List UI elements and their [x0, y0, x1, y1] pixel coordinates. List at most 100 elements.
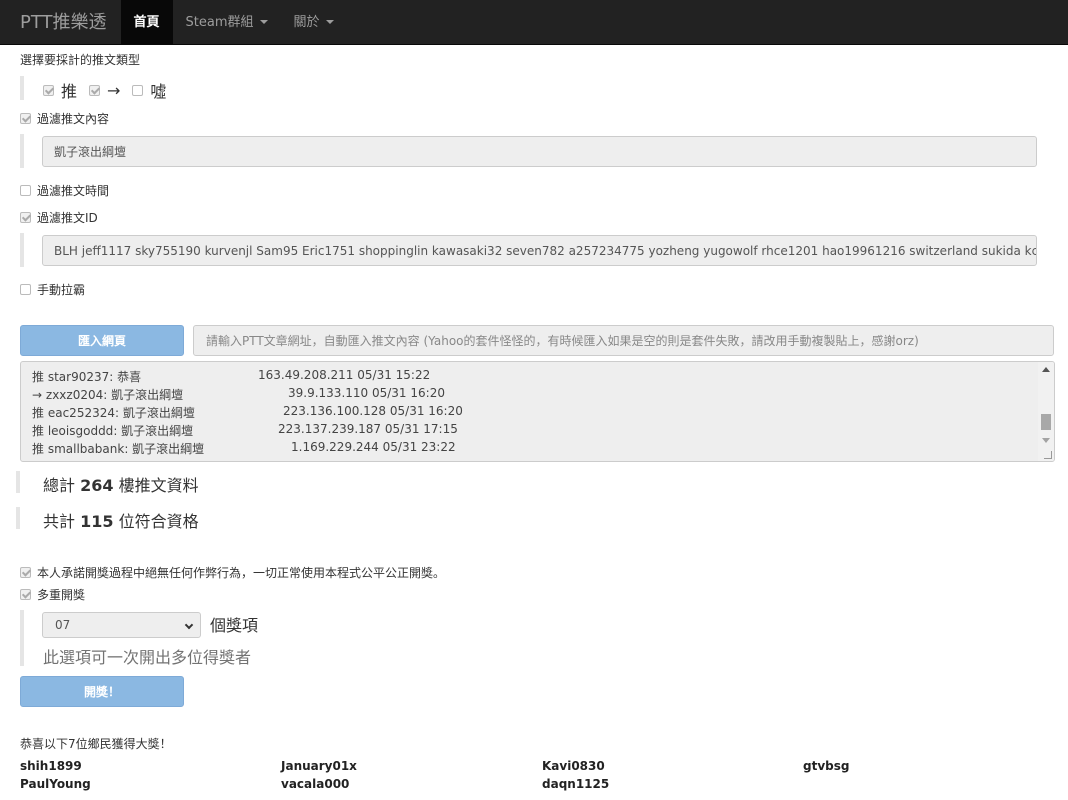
pledge-row: 本人承諾開獎過程中絕無任何作弊行為，一切正常使用本程式公平公正開獎。 [20, 564, 445, 581]
filter-id-label: 過濾推文ID [37, 211, 98, 225]
push-line-partial [32, 362, 36, 366]
push-ip: 223.137.239.187 [278, 422, 382, 436]
push-meta: 1.169.229.244 05/31 23:22 [291, 440, 456, 454]
nav-about-label: 關於 [293, 14, 320, 30]
multi-checkbox[interactable] [20, 589, 31, 600]
total-prefix: 總計 [43, 476, 76, 495]
eligible-count: 115 [80, 512, 114, 531]
nav-home-label: 首頁 [133, 14, 160, 30]
push-type-checkbox-arrow[interactable] [89, 84, 101, 96]
push-time: 05/31 16:20 [371, 386, 445, 400]
chevron-down-icon [184, 620, 194, 630]
winner-name: vacala000 [281, 777, 350, 791]
winner-name: Kavi0830 [542, 759, 605, 773]
scroll-down-icon[interactable] [1042, 438, 1050, 443]
url-input[interactable]: 請輸入PTT文章網址，自動匯入推文內容 (Yahoo的套件怪怪的，有時候匯入如果… [193, 325, 1054, 356]
scroll-up-icon[interactable] [1042, 367, 1050, 372]
push-prefix: 推 [32, 424, 45, 438]
scroll-thumb[interactable] [1041, 414, 1051, 430]
push-type-options: 推 → 噓 [43, 78, 166, 102]
left-bar [20, 233, 24, 267]
push-user: smallbabank [47, 442, 125, 456]
multi-label: 多重開獎 [37, 588, 86, 602]
nav-steam-group[interactable]: Steam群組 [173, 0, 281, 44]
eligible-suffix: 位符合資格 [118, 512, 199, 531]
eligible-prefix: 共計 [43, 512, 76, 531]
winner-name: shih1899 [20, 759, 82, 773]
push-ip: 1.169.229.244 [291, 440, 379, 454]
winner-name: gtvbsg [803, 759, 850, 773]
nav-steam-label: Steam群組 [185, 14, 254, 30]
push-type-checkbox-push[interactable] [43, 84, 54, 96]
push-ip: 223.136.100.128 [283, 404, 387, 418]
push-line: 推 eac252324: 凱子滾出綱壇 [32, 406, 195, 420]
push-prefix: 推 [32, 442, 45, 456]
push-line: 推 leoisgoddd: 凱子滾出綱壇 [32, 424, 194, 438]
push-meta: 39.9.133.110 05/31 16:20 [288, 386, 445, 400]
push-type-label-arrow: → [107, 80, 121, 100]
left-bar [16, 507, 20, 529]
push-line: 推 smallbabank: 凱子滾出綱壇 [32, 442, 205, 456]
total-stat: 總計 264 樓推文資料 [43, 472, 199, 496]
filter-content-row: 過濾推文內容 [20, 110, 109, 127]
left-bar [20, 76, 24, 100]
push-meta: 163.49.208.211 05/31 15:22 [258, 368, 430, 382]
left-bar [16, 471, 20, 493]
pledge-checkbox[interactable] [20, 567, 31, 578]
filter-content-checkbox[interactable] [20, 113, 31, 124]
manual-label: 手動拉霸 [37, 283, 86, 297]
winner-name: daqn1125 [542, 777, 610, 791]
filter-content-label: 過濾推文內容 [37, 112, 110, 126]
push-type-label-boo: 噓 [150, 82, 167, 101]
caret-down-icon [325, 20, 334, 24]
push-text: 凱子滾出綱壇 [122, 406, 195, 420]
push-time: 05/31 17:15 [384, 422, 458, 436]
push-type-checkbox-boo[interactable] [132, 84, 144, 96]
textarea-scrollbar[interactable] [1038, 362, 1054, 461]
push-line: 推 star90237: 恭喜 [32, 370, 142, 384]
filter-id-row: 過濾推文ID [20, 209, 98, 226]
push-user: eac252324 [47, 406, 115, 420]
push-ip: 163.49.208.211 [258, 368, 354, 382]
pledge-label: 本人承諾開獎過程中絕無任何作弊行為，一切正常使用本程式公平公正開獎。 [37, 566, 446, 580]
push-text: 凱子滾出綱壇 [111, 388, 184, 402]
push-user: leoisgoddd [47, 424, 114, 438]
push-text: 凱子滾出綱壇 [132, 442, 205, 456]
push-user: zxxz0204 [45, 388, 104, 402]
push-time: 05/31 16:20 [389, 404, 463, 418]
filter-time-checkbox[interactable] [20, 185, 31, 196]
push-meta: 223.136.100.128 05/31 16:20 [283, 404, 463, 418]
multi-help-text: 此選項可一次開出多位得獎者 [43, 648, 252, 667]
filter-content-input[interactable]: 凱子滾出綱壇 [42, 136, 1037, 167]
push-text: 凱子滾出綱壇 [121, 424, 194, 438]
caret-down-icon [259, 20, 268, 24]
filter-id-checkbox[interactable] [20, 212, 31, 223]
multi-row: 多重開獎 [20, 586, 85, 603]
import-button[interactable]: 匯入網頁 [20, 325, 184, 356]
push-prefix: 推 [32, 406, 45, 420]
manual-checkbox[interactable] [20, 284, 31, 295]
push-textarea[interactable]: 推 star90237: 恭喜 163.49.208.211 05/31 15:… [20, 361, 1055, 462]
resize-handle-icon[interactable] [1044, 451, 1052, 459]
nav-about[interactable]: 關於 [281, 0, 347, 44]
result-heading: 恭喜以下7位鄉民獲得大獎！ [20, 737, 172, 751]
total-suffix: 樓推文資料 [118, 476, 199, 495]
draw-button[interactable]: 開獎！ [20, 676, 184, 707]
filter-id-input[interactable]: BLH jeff1117 sky755190 kurvenjl Sam95 Er… [42, 235, 1037, 266]
brand[interactable]: PTT推樂透 [0, 0, 121, 44]
push-line: → zxxz0204: 凱子滾出綱壇 [32, 388, 184, 402]
push-text: 恭喜 [117, 370, 142, 384]
push-time: 05/31 23:22 [382, 440, 456, 454]
left-bar [20, 610, 24, 666]
winner-name: January01x [281, 759, 357, 773]
prize-count-suffix: 個獎項 [210, 616, 259, 635]
push-user: star90237 [47, 370, 110, 384]
eligible-stat: 共計 115 位符合資格 [43, 508, 199, 532]
nav-home[interactable]: 首頁 [120, 0, 173, 44]
push-prefix: → [32, 388, 43, 402]
filter-time-row: 過濾推文時間 [20, 182, 109, 199]
navbar: PTT推樂透 首頁 Steam群組 關於 [0, 0, 1068, 45]
prize-count-select[interactable]: 07 [42, 612, 201, 638]
push-time: 05/31 15:22 [357, 368, 431, 382]
push-type-label-push: 推 [61, 82, 78, 101]
